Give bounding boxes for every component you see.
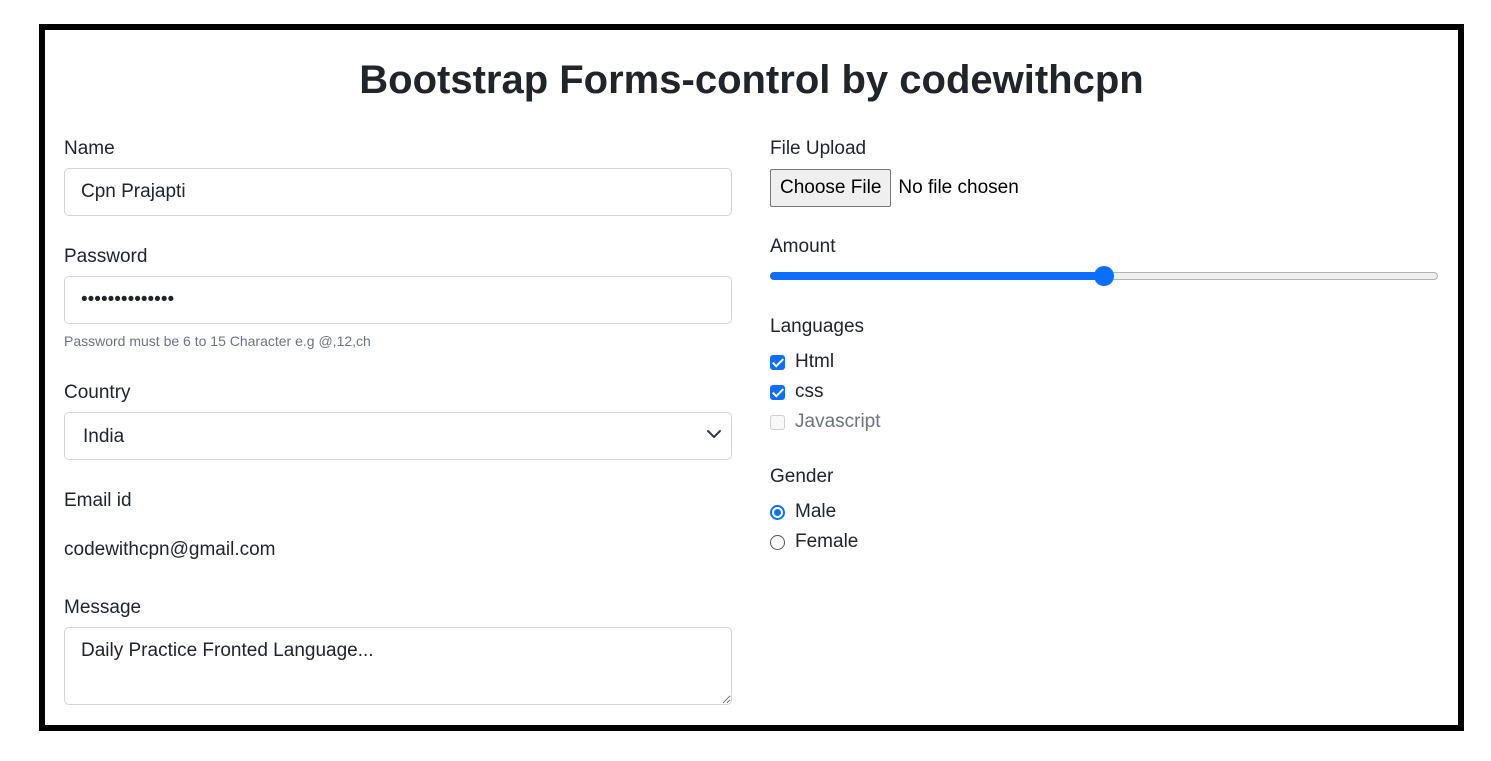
checkbox-javascript: Javascript [770,410,881,434]
gender-label: Gender [770,466,834,487]
radio-female-label: Female [795,531,859,552]
password-label: Password [64,246,148,267]
checkbox-css-box[interactable] [770,384,785,400]
languages-label: Languages [770,316,865,337]
country-select[interactable]: India [64,412,732,460]
file-upload-input[interactable]: Choose File No file chosen [770,169,1019,207]
page-title: Bootstrap Forms-control by codewithcpn [359,58,1144,102]
checkbox-html[interactable]: Html [770,350,834,374]
radio-male-label: Male [795,501,837,522]
country-label: Country [64,382,131,403]
choose-file-button[interactable]: Choose File [770,169,892,207]
password-input[interactable] [64,276,732,324]
form-card: Bootstrap Forms-control by codewithcpn N… [39,24,1464,731]
radio-female[interactable]: Female [770,530,858,554]
checkbox-html-label: Html [795,351,835,372]
name-input[interactable] [64,168,732,216]
amount-slider[interactable] [770,266,1438,286]
email-plaintext: codewithcpn@gmail.com [64,539,276,560]
file-upload-label: File Upload [770,138,867,159]
email-label: Email id [64,490,132,511]
message-label: Message [64,597,142,618]
country-select-wrapper: India [64,412,732,460]
checkbox-javascript-label: Javascript [795,411,881,432]
radio-male-circle[interactable] [770,504,785,520]
message-textarea[interactable] [64,627,732,705]
radio-female-circle[interactable] [770,534,785,550]
slider-thumb[interactable] [1094,266,1114,286]
slider-fill [770,272,1104,280]
amount-label: Amount [770,236,836,257]
password-help-text: Password must be 6 to 15 Character e.g @… [64,333,371,349]
checkbox-javascript-box [770,414,785,430]
checkbox-html-box[interactable] [770,354,785,370]
checkbox-css-label: css [795,381,824,402]
radio-male[interactable]: Male [770,500,836,524]
file-status-text: No file chosen [898,177,1019,198]
name-label: Name [64,138,115,159]
checkbox-css[interactable]: css [770,380,824,404]
